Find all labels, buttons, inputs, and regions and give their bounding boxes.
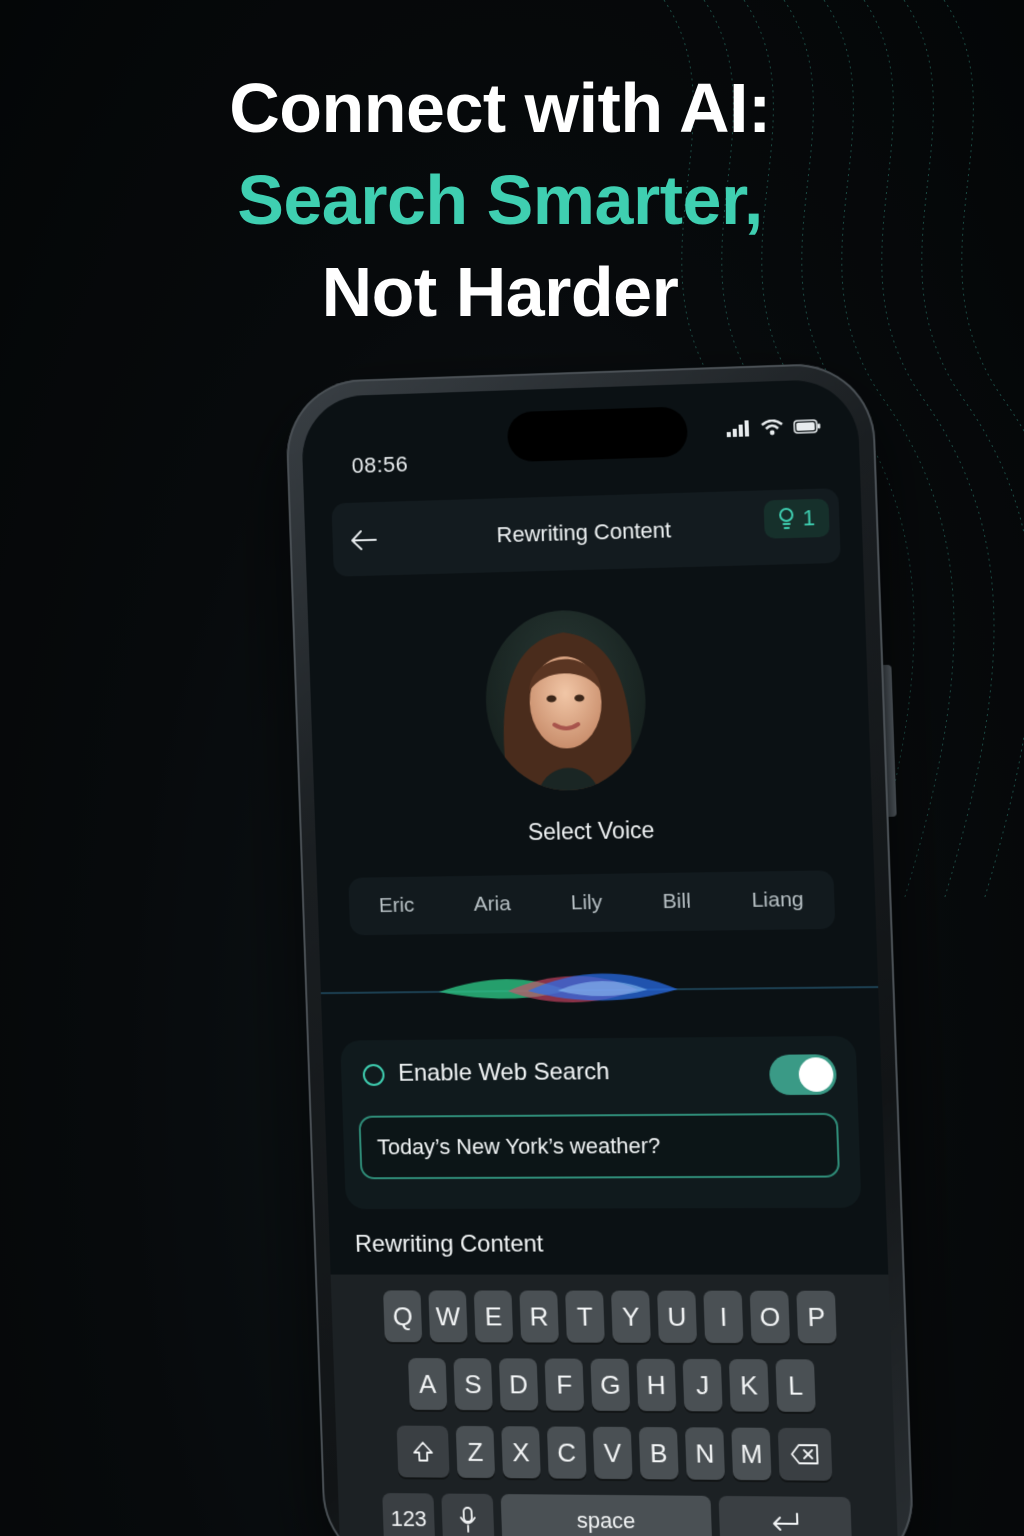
key-s[interactable]: S: [453, 1358, 493, 1411]
key-f[interactable]: F: [544, 1358, 585, 1411]
key-u[interactable]: U: [657, 1290, 698, 1343]
key-k[interactable]: K: [728, 1359, 770, 1412]
web-search-card: Enable Web Search Today’s New York’s wea…: [340, 1035, 862, 1210]
hint-badge[interactable]: 1: [763, 498, 830, 539]
key-j[interactable]: J: [682, 1358, 723, 1412]
key-b[interactable]: B: [638, 1427, 679, 1480]
key-c[interactable]: C: [546, 1426, 587, 1479]
key-i[interactable]: I: [703, 1290, 744, 1344]
web-search-toggle[interactable]: [768, 1054, 838, 1096]
space-key[interactable]: space: [500, 1494, 713, 1536]
return-icon: [769, 1510, 802, 1535]
badge-count: 1: [802, 505, 816, 531]
key-w[interactable]: W: [428, 1290, 468, 1343]
keyboard-row-3: Z X C V B N M: [344, 1425, 888, 1481]
key-e[interactable]: E: [473, 1290, 514, 1343]
wifi-icon: [761, 419, 784, 436]
web-search-radio[interactable]: [362, 1063, 385, 1086]
dynamic-island: [506, 406, 689, 463]
key-m[interactable]: M: [731, 1427, 772, 1481]
mic-key[interactable]: [441, 1493, 495, 1536]
status-time: 08:56: [351, 451, 409, 479]
top-bar: Rewriting Content 1: [331, 488, 841, 577]
key-r[interactable]: R: [519, 1290, 559, 1343]
headline-line-1: Connect with AI:: [229, 69, 771, 147]
phone-mockup: 08:56 Rewriting Content 1 Select Voice E…: [284, 361, 916, 1536]
phone-screen: 08:56 Rewriting Content 1 Select Voice E…: [300, 378, 899, 1536]
signal-icon: [726, 420, 751, 438]
voice-selector: Eric Aria Lily Bill Liang: [348, 870, 836, 936]
headline-line-2: Search Smarter,: [237, 161, 763, 239]
key-t[interactable]: T: [565, 1290, 605, 1343]
battery-icon: [793, 419, 822, 434]
backspace-key[interactable]: [777, 1427, 833, 1481]
headline-line-3: Not Harder: [321, 253, 679, 331]
return-key[interactable]: [718, 1495, 853, 1536]
key-x[interactable]: X: [501, 1426, 541, 1479]
toggle-knob: [798, 1057, 834, 1092]
voice-option-lily[interactable]: Lily: [560, 883, 613, 924]
key-y[interactable]: Y: [610, 1290, 651, 1343]
status-icons: [726, 418, 822, 438]
keyboard: Q W E R T Y U I O P A S D F G H J K L Z …: [330, 1274, 899, 1536]
select-voice-label: Select Voice: [527, 816, 655, 846]
voice-option-aria[interactable]: Aria: [463, 884, 521, 925]
key-n[interactable]: N: [684, 1427, 726, 1480]
backspace-icon: [789, 1443, 820, 1465]
key-z[interactable]: Z: [455, 1425, 496, 1479]
query-input[interactable]: Today’s New York’s weather?: [358, 1112, 841, 1180]
key-p[interactable]: P: [796, 1290, 837, 1344]
key-q[interactable]: Q: [383, 1290, 423, 1343]
section-label: Rewriting Content: [354, 1230, 544, 1258]
key-g[interactable]: G: [590, 1358, 631, 1411]
key-l[interactable]: L: [775, 1359, 816, 1412]
voice-option-bill[interactable]: Bill: [652, 881, 702, 922]
lightbulb-icon: [778, 507, 795, 532]
keyboard-row-1: Q W E R T Y U I O P: [339, 1290, 883, 1344]
key-a[interactable]: A: [408, 1358, 448, 1410]
key-v[interactable]: V: [592, 1426, 633, 1480]
voice-option-liang[interactable]: Liang: [741, 880, 815, 921]
voice-waveform: [320, 972, 879, 1004]
numbers-key[interactable]: 123: [382, 1493, 436, 1536]
voice-avatar[interactable]: [482, 608, 649, 792]
key-o[interactable]: O: [749, 1290, 791, 1344]
key-h[interactable]: H: [636, 1358, 677, 1412]
enable-web-search-label: Enable Web Search: [397, 1058, 610, 1087]
shift-key[interactable]: [396, 1425, 450, 1478]
key-d[interactable]: D: [498, 1358, 539, 1411]
keyboard-row-4: 123 space: [346, 1493, 890, 1536]
microphone-icon: [459, 1507, 478, 1533]
voice-option-eric[interactable]: Eric: [368, 886, 425, 927]
headline: Connect with AI: Search Smarter, Not Har…: [0, 62, 1000, 338]
shift-icon: [411, 1440, 435, 1464]
avatar-portrait: [500, 630, 633, 792]
keyboard-row-2: A S D F G H J K L: [341, 1358, 885, 1412]
